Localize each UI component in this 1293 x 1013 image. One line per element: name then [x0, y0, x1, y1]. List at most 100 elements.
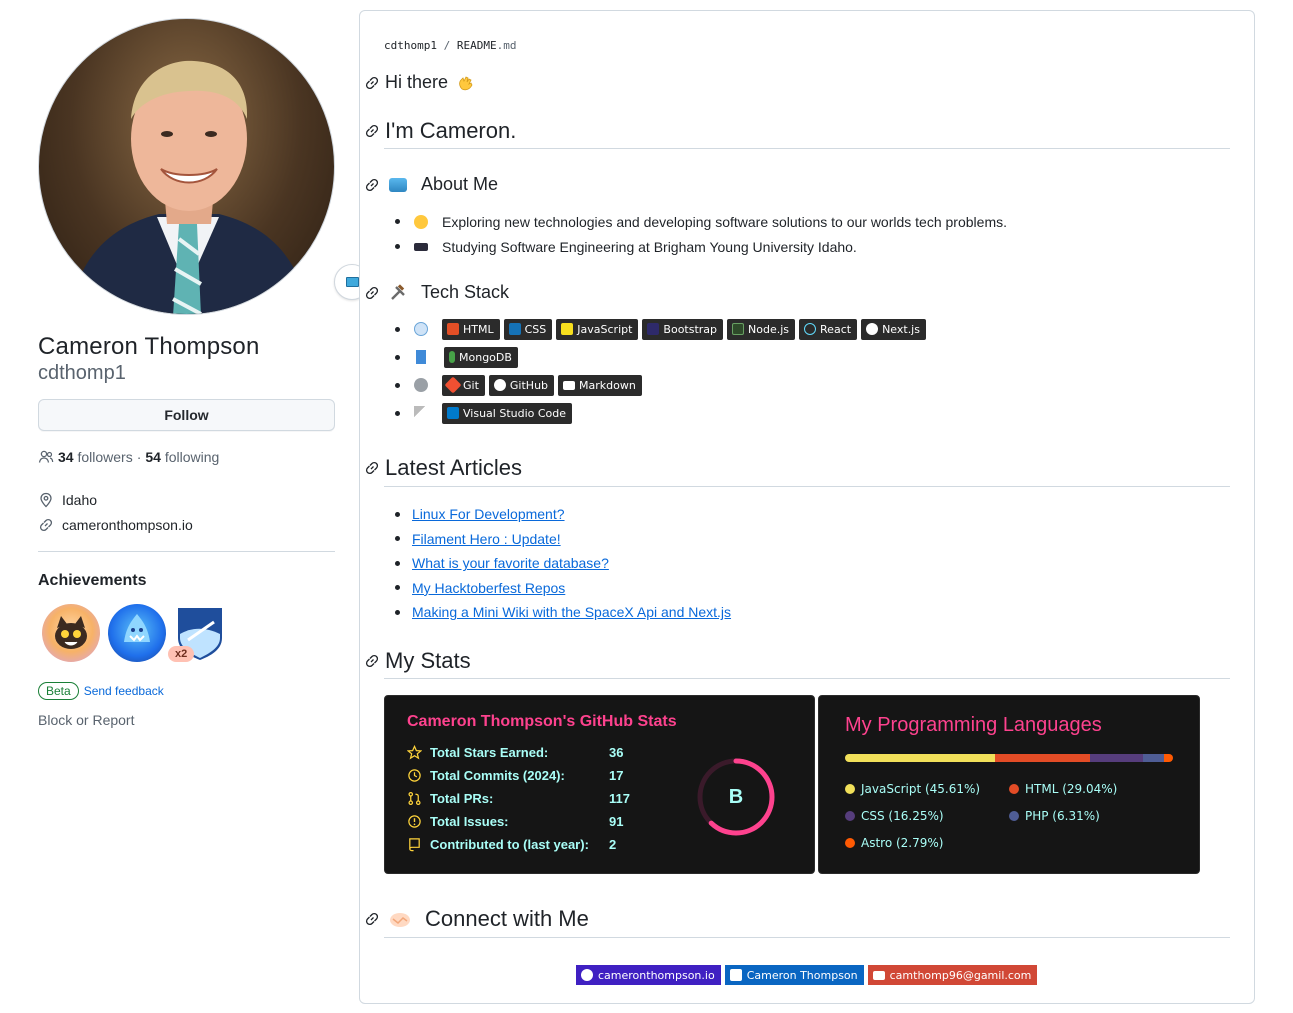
- issue-icon: [408, 815, 421, 828]
- languages-progress-bar: [845, 754, 1173, 762]
- article-link[interactable]: Filament Hero : Update!: [412, 531, 561, 547]
- github-icon: [493, 379, 506, 391]
- achievements-feedback: Beta Send feedback: [38, 682, 335, 700]
- react-badge: React: [799, 318, 858, 340]
- pull-shark-icon: [124, 614, 150, 642]
- following-label: following: [164, 449, 220, 465]
- follow-stats: 34 followers · 54 following: [38, 449, 335, 465]
- heading-rule: [384, 678, 1230, 679]
- gmail-contact-button[interactable]: camthomp96@gamil.com: [867, 965, 1038, 985]
- contact-label: cameronthompson.io: [598, 968, 715, 982]
- send-feedback-link[interactable]: Send feedback: [84, 684, 164, 698]
- achievements-list: x2: [38, 604, 335, 668]
- avatar[interactable]: [38, 18, 335, 315]
- badge-label: MongoDB: [459, 350, 512, 364]
- linkedin-contact-button[interactable]: Cameron Thompson: [724, 965, 864, 985]
- stat-label: Contributed to (last year):: [430, 837, 589, 852]
- language-item: HTML (29.04%): [1009, 782, 1117, 796]
- website-contact-button[interactable]: cameronthompson.io: [576, 965, 721, 985]
- profile-login: cdthomp1: [38, 362, 126, 384]
- article-link[interactable]: What is your favorite database?: [412, 555, 609, 571]
- html-badge: HTML: [442, 318, 500, 340]
- language-color-dot: [1009, 811, 1019, 821]
- block-or-report-link[interactable]: Block or Report: [38, 712, 335, 728]
- language-label: CSS (16.25%): [861, 809, 944, 823]
- stats-heading: My Stats: [364, 648, 471, 674]
- article-link[interactable]: Linux For Development?: [412, 506, 565, 522]
- wrench-icon: [414, 406, 428, 420]
- github-badge: GitHub: [488, 374, 555, 396]
- stat-value: 91: [609, 814, 624, 829]
- achievement-starstruck-badge[interactable]: [42, 604, 100, 662]
- stats-title: My Stats: [385, 648, 471, 673]
- stat-label: Total PRs:: [430, 791, 494, 806]
- contact-label: Cameron Thompson: [746, 968, 858, 982]
- vscode-icon: [447, 407, 459, 419]
- connect-heading: Connect with Me: [364, 906, 589, 932]
- handshake-icon: [390, 913, 410, 927]
- profile-name: Cameron Thompson: [38, 333, 260, 360]
- website-link[interactable]: cameronthompson.io: [62, 517, 193, 533]
- graduation-cap-icon: [414, 242, 428, 251]
- anchor-link-icon[interactable]: [364, 653, 380, 669]
- list-item: What is your favorite database?: [394, 551, 731, 576]
- git-icon: [444, 376, 462, 394]
- markdown-badge: Markdown: [558, 374, 642, 396]
- articles-list: Linux For Development? Filament Hero : U…: [394, 502, 731, 625]
- github-stats-card[interactable]: Cameron Thompson's GitHub Stats Total St…: [384, 695, 815, 874]
- anchor-link-icon[interactable]: [364, 460, 380, 476]
- beta-label: Beta: [38, 682, 79, 700]
- connect-links: cameronthompson.io Cameron Thompson camt…: [576, 965, 1038, 985]
- rank-grade: B: [728, 785, 744, 808]
- css-badge: CSS: [503, 318, 553, 340]
- article-link[interactable]: My Hacktoberfest Repos: [412, 580, 565, 596]
- gear-icon: [414, 378, 428, 392]
- list-item: My Hacktoberfest Repos: [394, 576, 731, 601]
- list-item: Studying Software Engineering at Brigham…: [395, 234, 1007, 259]
- articles-title: Latest Articles: [385, 455, 522, 480]
- avatar-container: [38, 18, 370, 315]
- breadcrumb-file: README: [456, 39, 497, 52]
- starstruck-icon: [55, 616, 87, 649]
- laptop-icon: [389, 177, 407, 192]
- anchor-link-icon[interactable]: [364, 285, 380, 301]
- bootstrap-badge: Bootstrap: [642, 318, 724, 340]
- tech-stack-list: HTML CSS JavaScript Bootstrap Node.js React Ne…: [395, 315, 930, 427]
- anchor-link-icon[interactable]: [364, 123, 380, 139]
- achievements-title: Achievements: [38, 572, 147, 589]
- language-color-dot: [845, 784, 855, 794]
- list-item: Linux For Development?: [394, 502, 731, 527]
- anchor-link-icon[interactable]: [364, 911, 380, 927]
- following-link[interactable]: 54 following: [145, 449, 219, 465]
- badge-label: Visual Studio Code: [463, 406, 567, 420]
- hammer-wrench-icon: [391, 283, 405, 300]
- language-item: CSS (16.25%): [845, 809, 944, 823]
- article-link[interactable]: Making a Mini Wiki with the SpaceX Api a…: [412, 604, 731, 620]
- breadcrumb-user[interactable]: cdthomp1: [384, 39, 437, 52]
- gmail-icon: [872, 970, 885, 980]
- stat-label: Total Stars Earned:: [430, 745, 549, 760]
- language-bar-segment: [845, 754, 995, 762]
- nextjs-icon: [866, 323, 879, 335]
- repo-icon: [409, 838, 420, 852]
- greeting-heading: Hi there: [364, 72, 476, 93]
- stat-label: Total Issues:: [430, 814, 509, 829]
- language-bar-segment: [1089, 754, 1144, 762]
- language-item: Astro (2.79%): [845, 836, 943, 850]
- nodejs-icon: [732, 323, 745, 335]
- anchor-link-icon[interactable]: [364, 75, 380, 91]
- waving-hand-icon: [459, 75, 473, 90]
- badge-label: CSS: [524, 322, 547, 336]
- nodejs-badge: Node.js: [727, 318, 796, 340]
- stat-row: Total Stars Earned: 36: [407, 745, 623, 760]
- languages-card[interactable]: My Programming Languages JavaScript (45.…: [818, 695, 1200, 874]
- stat-value: 2: [609, 837, 617, 852]
- followers-link[interactable]: 34 followers: [58, 449, 133, 465]
- readme-breadcrumb: cdthomp1 / README.md: [384, 39, 516, 52]
- follow-button[interactable]: Follow: [38, 399, 335, 431]
- achievement-pull-shark-badge[interactable]: [108, 604, 166, 662]
- anchor-link-icon[interactable]: [364, 177, 380, 193]
- stats-card-title: Cameron Thompson's GitHub Stats: [407, 713, 677, 730]
- readme-container: cdthomp1 / README.md Hi there I'm Camero…: [359, 10, 1255, 1004]
- list-item: HTML CSS JavaScript Bootstrap Node.js React Ne…: [395, 315, 930, 343]
